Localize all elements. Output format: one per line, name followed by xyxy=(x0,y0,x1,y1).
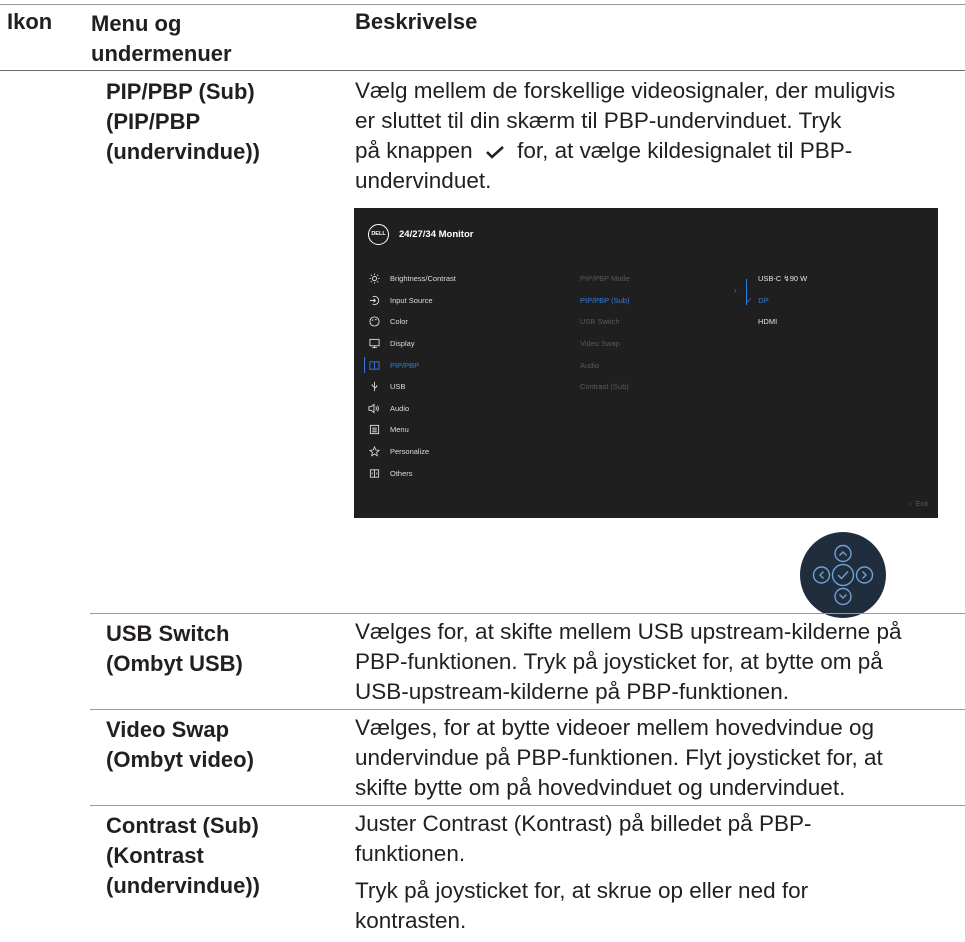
osd-menu-item-menu[interactable]: Menu xyxy=(364,419,534,441)
osd-option[interactable]: USB-C ↯90 W xyxy=(758,268,928,290)
joystick-icon xyxy=(800,532,886,618)
active-indicator xyxy=(364,357,366,374)
speaker-icon xyxy=(368,402,380,414)
row-rule xyxy=(90,805,965,806)
row-name-contrast-sub: Contrast (Sub) (Kontrast (undervindue)) xyxy=(106,813,260,898)
osd-menu-item-others[interactable]: Others xyxy=(364,462,534,484)
osd-main-menu: Brightness/Contrast Input Source Color D… xyxy=(364,268,534,484)
row-name-pip-pbp-sub: PIP/PBP (Sub) (PIP/PBP (undervindue)) xyxy=(106,79,260,164)
osd-exit[interactable]: ‹ Exit xyxy=(909,499,928,508)
header-menu: Menu og undermenuer xyxy=(91,11,232,66)
row-name-video-swap: Video Swap (Ombyt video) xyxy=(106,717,254,772)
osd-menu-item-color[interactable]: Color xyxy=(364,311,534,333)
osd-menu-item-display[interactable]: Display xyxy=(364,333,534,355)
osd-menu-item-usb[interactable]: USB xyxy=(364,376,534,398)
osd-sub-item[interactable]: PIP/PBP Mode xyxy=(580,268,780,290)
row-desc-usb-switch: Vælges for, at skifte mellem USB upstrea… xyxy=(355,619,902,704)
osd-sub-item[interactable]: USB Switch xyxy=(580,311,780,333)
row-rule xyxy=(90,709,965,710)
usb-icon xyxy=(368,381,380,393)
osd-options: USB-C ↯90 W ✓ DP HDMI xyxy=(746,268,928,333)
osd-sub-item[interactable]: Video Swap xyxy=(580,333,780,355)
table-top-rule xyxy=(0,4,965,5)
row-desc-contrast-sub: Juster Contrast (Kontrast) på billedet p… xyxy=(355,811,812,933)
star-icon xyxy=(368,446,380,458)
osd-title: 24/27/34 Monitor xyxy=(399,228,474,240)
osd-menu-item-input-source[interactable]: Input Source xyxy=(364,290,534,312)
row-rule xyxy=(90,613,965,614)
osd-submenu: PIP/PBP Mode PIP/PBP (Sub) USB Switch Vi… xyxy=(580,268,780,398)
row-desc-pip-pbp-sub: Vælg mellem de forskellige videosignaler… xyxy=(355,78,896,193)
header-description: Beskrivelse xyxy=(355,9,478,34)
input-icon xyxy=(368,294,380,306)
check-icon: ✓ xyxy=(746,295,753,305)
osd-option-selected[interactable]: ✓ DP xyxy=(746,290,928,312)
sun-icon xyxy=(368,273,380,285)
osd-menu-item-brightness[interactable]: Brightness/Contrast xyxy=(364,268,534,290)
osd-menu-screenshot: DELL 24/27/34 Monitor Brightness/Contras… xyxy=(354,208,938,518)
header-bottom-rule xyxy=(0,70,965,71)
chevron-right-icon: › xyxy=(734,286,737,295)
row-name-usb-switch: USB Switch (Ombyt USB) xyxy=(106,621,243,676)
row-desc-video-swap: Vælges, for at bytte videoer mellem hove… xyxy=(355,715,883,800)
osd-option[interactable]: HDMI xyxy=(758,311,928,333)
osd-sub-item[interactable]: Audio xyxy=(580,354,780,376)
palette-icon xyxy=(368,316,380,328)
monitor-icon xyxy=(368,338,380,350)
checkmark-icon xyxy=(485,146,504,159)
osd-menu-item-audio[interactable]: Audio xyxy=(364,398,534,420)
osd-menu-item-personalize[interactable]: Personalize xyxy=(364,441,534,463)
others-icon xyxy=(368,467,380,479)
dell-logo: DELL xyxy=(368,223,389,245)
menu-icon xyxy=(368,424,380,436)
osd-sub-item[interactable]: Contrast (Sub) xyxy=(580,376,780,398)
header-icon: Ikon xyxy=(7,9,53,34)
pip-icon xyxy=(368,359,380,371)
osd-menu-item-pip-pbp[interactable]: PIP/PBP xyxy=(364,354,534,376)
